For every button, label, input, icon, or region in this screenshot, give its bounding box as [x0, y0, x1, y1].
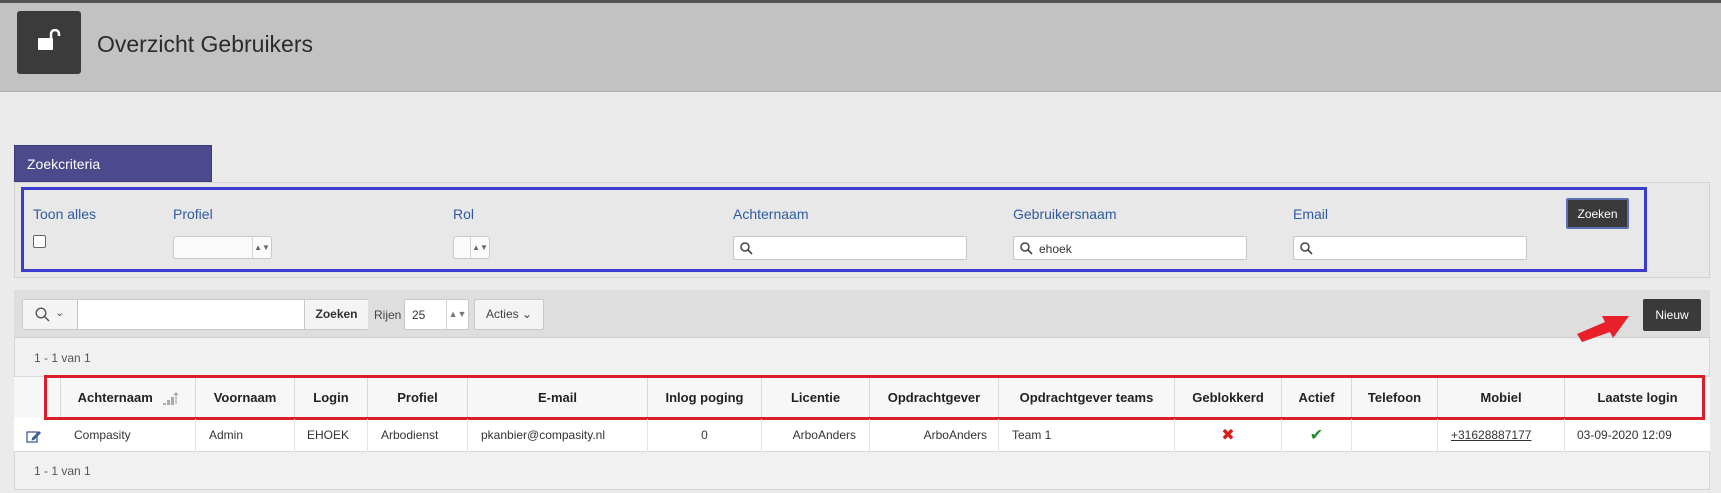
- quick-search-button[interactable]: Zoeken: [304, 300, 368, 329]
- achternaam-input[interactable]: [733, 236, 967, 260]
- rows-per-page-value: 25: [412, 308, 426, 322]
- search-icon: [740, 242, 753, 255]
- toon-alles-checkbox[interactable]: [33, 235, 46, 248]
- mobiel-link[interactable]: +31628887177: [1451, 428, 1531, 442]
- chevron-down-icon: ⌄: [521, 307, 533, 321]
- pagination-range-bottom: 1 - 1 van 1: [34, 464, 91, 478]
- select-arrows-icon: ▲▼: [252, 237, 271, 258]
- rol-label: Rol: [453, 206, 475, 222]
- page-title: Overzicht Gebruikers: [97, 31, 314, 57]
- search-icon: [1020, 242, 1033, 255]
- nieuw-button[interactable]: Nieuw: [1643, 299, 1701, 331]
- cell-geblokkerd: ✖: [1175, 419, 1282, 452]
- search-icon: [1300, 242, 1313, 255]
- cell-profiel: Arbodienst: [368, 419, 468, 452]
- cell-login: EHOEK: [295, 419, 368, 452]
- cell-mobiel: +31628887177: [1438, 419, 1565, 452]
- cell-opdrachtgever: ArboAnders: [870, 419, 999, 452]
- acties-label: Acties: [485, 307, 519, 321]
- search-field-dropdown-button[interactable]: ⌄: [23, 300, 78, 329]
- rol-select[interactable]: ▲▼: [453, 236, 490, 259]
- red-arrow-annotation: [1577, 316, 1629, 342]
- pagination-range-top: 1 - 1 van 1: [34, 351, 91, 365]
- cell-opdrachtgever-teams: Team 1: [999, 419, 1175, 452]
- rows-per-page-select[interactable]: 25 ▲▼: [404, 299, 469, 330]
- cell-achternaam: Compasity: [61, 419, 196, 452]
- check-icon: ✔: [1309, 427, 1324, 444]
- email-input[interactable]: [1293, 236, 1527, 260]
- cell-inlog-poging: 0: [648, 419, 762, 452]
- select-arrows-icon: ▲▼: [446, 300, 468, 329]
- zoeken-criteria-button[interactable]: Zoeken: [1566, 198, 1629, 229]
- gebruikersnaam-input-value: ehoek: [1039, 242, 1072, 256]
- quick-search-group: ⌄ Zoeken: [22, 299, 368, 330]
- toon-alles-label: Toon alles: [33, 206, 97, 222]
- cross-icon: ✖: [1221, 427, 1235, 444]
- profiel-select[interactable]: ▲▼: [173, 236, 272, 259]
- profiel-label: Profiel: [173, 206, 213, 222]
- page-header: Overzicht Gebruikers: [0, 3, 1721, 92]
- gebruikersnaam-label: Gebruikersnaam: [1013, 206, 1117, 222]
- select-arrows-icon: ▲▼: [470, 237, 489, 258]
- cell-telefoon: [1352, 419, 1438, 452]
- chevron-down-icon: ⌄: [55, 307, 65, 319]
- achternaam-label: Achternaam: [733, 206, 809, 222]
- cell-voornaam: Admin: [196, 419, 295, 452]
- rows-label: Rijen: [374, 308, 402, 322]
- gebruikersnaam-input[interactable]: ehoek: [1013, 236, 1247, 260]
- edit-icon[interactable]: [26, 429, 42, 443]
- tab-zoekcriteria[interactable]: Zoekcriteria: [14, 145, 212, 182]
- unlock-icon: [17, 11, 81, 74]
- cell-laatste-login: 03-09-2020 12:09: [1577, 428, 1672, 442]
- acties-dropdown[interactable]: Acties ⌄: [474, 299, 544, 330]
- email-label: Email: [1293, 206, 1329, 222]
- cell-actief: ✔: [1282, 419, 1352, 452]
- cell-email: pkanbier@compasity.nl: [468, 419, 648, 452]
- search-icon: [35, 307, 50, 322]
- table-header-highlight-box: [44, 375, 1705, 420]
- cell-licentie: ArboAnders: [762, 419, 870, 452]
